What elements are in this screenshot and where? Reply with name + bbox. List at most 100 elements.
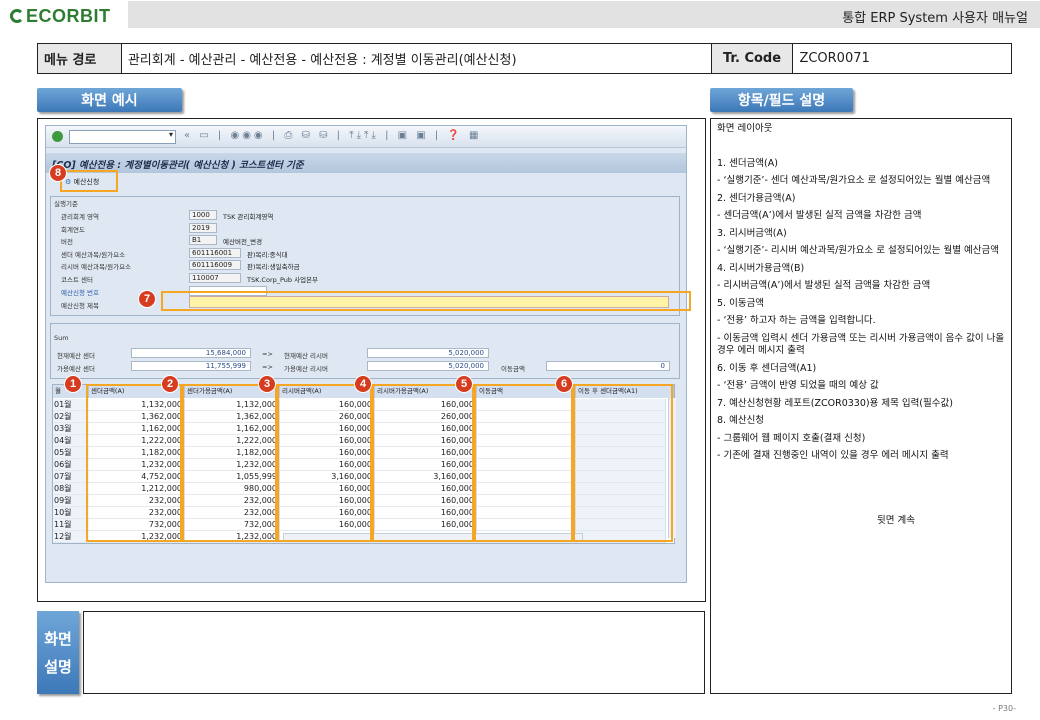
table-cell: 160,000 bbox=[375, 435, 477, 447]
move-amount-input[interactable] bbox=[477, 423, 576, 435]
criteria-label: 코스트 센터 bbox=[61, 275, 93, 284]
desc-item: - 센더금액(A’)에서 발생된 실적 금액을 차감한 금액 bbox=[717, 210, 922, 221]
criteria-value[interactable]: 1000 bbox=[189, 210, 217, 220]
table-cell: 02월 bbox=[53, 411, 89, 423]
enter-icon[interactable] bbox=[52, 131, 63, 142]
table-cell: 732,000 bbox=[185, 519, 280, 531]
grid-header[interactable]: 이동 후 센더금액(A1) bbox=[576, 385, 674, 398]
table-cell: 1,232,000 bbox=[185, 531, 280, 543]
table-cell: 160,000 bbox=[280, 423, 375, 435]
move-amount-input[interactable] bbox=[477, 399, 576, 411]
table-cell: 260,000 bbox=[375, 411, 477, 423]
table-cell: 160,000 bbox=[280, 459, 375, 471]
monthly-grid: 월 센더금액(A) 센더가용금액(A) 리시버금액(A) 리시버가용금액(A) 이동금액 이… bbox=[52, 384, 676, 544]
after-move-cell bbox=[576, 507, 666, 519]
move-amount-input[interactable] bbox=[477, 495, 576, 507]
sum-group: Sum 현재예산 센더 15,684,000 => 현재예산 리시버 5,020… bbox=[50, 323, 680, 379]
move-amount-input[interactable] bbox=[477, 447, 576, 459]
field-desc-heading: 항목/필드 설명 bbox=[710, 88, 853, 112]
req-title-label: 예산신청 제목 bbox=[61, 302, 99, 310]
arrow-1: => bbox=[262, 350, 273, 358]
move-amount-input[interactable] bbox=[477, 507, 576, 519]
desc-item: 2. 센더가용금액(A) bbox=[717, 192, 796, 204]
marker-6: 6 bbox=[555, 375, 573, 393]
move-amount-input[interactable] bbox=[477, 471, 576, 483]
table-cell: 160,000 bbox=[280, 519, 375, 531]
criteria-value[interactable]: 110007 bbox=[189, 272, 241, 283]
after-move-cell bbox=[576, 447, 666, 459]
doc-title: 통합 ERP System 사용자 매뉴얼 bbox=[842, 11, 1028, 26]
desc-item: - 이동금액 입력시 센더 가용금액 또는 리시버 가용금액이 음수 값이 나올… bbox=[717, 332, 1005, 357]
table-cell: 1,212,000 bbox=[89, 483, 185, 495]
desc-item: - ‘실행기준’- 리시버 예산과목/원가요소 로 설정되어있는 월별 예산금액 bbox=[717, 245, 999, 256]
table-cell: 1,222,000 bbox=[89, 435, 185, 447]
grid-horizontal-scrollbar[interactable] bbox=[283, 533, 583, 541]
screen-explanation-label: 화면 설명 bbox=[37, 611, 79, 694]
expl-label-line1: 화면 bbox=[44, 629, 72, 648]
table-cell: 160,000 bbox=[280, 447, 375, 459]
ecorbit-logo: ECORBIT bbox=[10, 6, 111, 27]
expl-label-line2: 설명 bbox=[44, 657, 72, 676]
after-move-cell bbox=[576, 435, 666, 447]
table-cell: 160,000 bbox=[375, 423, 477, 435]
command-field[interactable]: ▾ bbox=[69, 130, 176, 144]
table-cell: 1,232,000 bbox=[89, 459, 185, 471]
tcode-value: ZCOR0071 bbox=[799, 51, 870, 66]
page-number: - P30- bbox=[992, 704, 1016, 713]
grid-vertical-scrollbar[interactable] bbox=[668, 398, 676, 538]
table-cell: 4,752,000 bbox=[89, 471, 185, 483]
table-cell: 160,000 bbox=[375, 459, 477, 471]
criteria-value[interactable]: B1 bbox=[189, 235, 217, 245]
continued-note: 뒷면 계속 bbox=[877, 514, 915, 526]
marker-7: 7 bbox=[138, 290, 156, 308]
menu-path-table: 메뉴 경로 관리회계 - 예산관리 - 예산전용 - 예산전용 : 계정별 이동… bbox=[37, 43, 1012, 74]
table-cell: 3,160,000 bbox=[280, 471, 375, 483]
marker-4: 4 bbox=[354, 375, 372, 393]
table-cell: 04월 bbox=[53, 435, 89, 447]
marker-3: 3 bbox=[258, 375, 276, 393]
criteria-desc: TSK 관리회계영역 bbox=[223, 213, 274, 221]
desc-item: 4. 리시버가용금액(B) bbox=[717, 262, 805, 274]
move-amount-input[interactable] bbox=[477, 459, 576, 471]
desc-item: 5. 이동금액 bbox=[717, 297, 765, 309]
move-sum-label: 이동금액 bbox=[501, 365, 525, 373]
menu-path-label: 메뉴 경로 bbox=[38, 44, 122, 73]
after-move-cell bbox=[576, 531, 666, 543]
move-amount-input[interactable] bbox=[477, 435, 576, 447]
desc-item: - 리시버금액(A’)에서 발생된 실적 금액을 차감한 금액 bbox=[717, 280, 931, 291]
budget-request-button[interactable]: ⚙ 예산신청 bbox=[62, 176, 102, 190]
table-cell: 160,000 bbox=[375, 495, 477, 507]
table-cell: 1,055,999 bbox=[185, 471, 280, 483]
table-cell: 160,000 bbox=[280, 483, 375, 495]
table-cell: 160,000 bbox=[280, 507, 375, 519]
table-cell: 03월 bbox=[53, 423, 89, 435]
criteria-desc: TSK.Corp_Pub 사업본부 bbox=[247, 275, 319, 284]
toolbar-icons: « ▭ | ◉◉◉ | ⎙ ⛁ ⛁ | ⤒⤓⤒⤓ | ▣ ▣ | ❓ ▦ bbox=[184, 130, 482, 141]
desc-item: 1. 센더금액(A) bbox=[717, 157, 778, 169]
desc-item: - 기존에 결재 진행중인 내역이 있을 경우 에러 메시지 출력 bbox=[717, 450, 949, 461]
table-cell: 1,162,000 bbox=[185, 423, 280, 435]
execute-icon: ⚙ bbox=[65, 178, 74, 186]
move-amount-input[interactable] bbox=[477, 411, 576, 423]
desc-item: - 그룹웨어 웹 페이지 호출(결재 신청) bbox=[717, 432, 866, 444]
chevron-down-icon: ▾ bbox=[168, 130, 173, 139]
after-move-cell bbox=[576, 459, 666, 471]
criteria-value[interactable]: 601116001 bbox=[189, 247, 241, 258]
criteria-value[interactable]: 2019 bbox=[189, 222, 217, 233]
table-cell: 160,000 bbox=[280, 495, 375, 507]
criteria-label: 리시버 예산과목/원가요소 bbox=[61, 263, 132, 271]
after-move-cell bbox=[576, 495, 666, 507]
criteria-value[interactable]: 601116009 bbox=[189, 260, 241, 270]
request-title-input[interactable] bbox=[189, 296, 669, 308]
cur-receiver-value: 5,020,000 bbox=[367, 348, 489, 358]
move-amount-input[interactable] bbox=[477, 483, 576, 495]
table-cell: 160,000 bbox=[280, 399, 375, 411]
table-cell: 1,182,000 bbox=[89, 447, 185, 459]
req-no-field[interactable] bbox=[189, 286, 267, 296]
tcode-label: Tr. Code bbox=[711, 44, 794, 73]
criteria-desc: 판)복리:생일축하금 bbox=[247, 263, 300, 271]
move-amount-input[interactable] bbox=[477, 519, 576, 531]
table-cell: 980,000 bbox=[185, 483, 280, 495]
criteria-group-title: 실행기준 bbox=[54, 200, 78, 208]
desc-item: - ‘전용’ 하고자 하는 금액을 입력합니다. bbox=[717, 315, 876, 326]
